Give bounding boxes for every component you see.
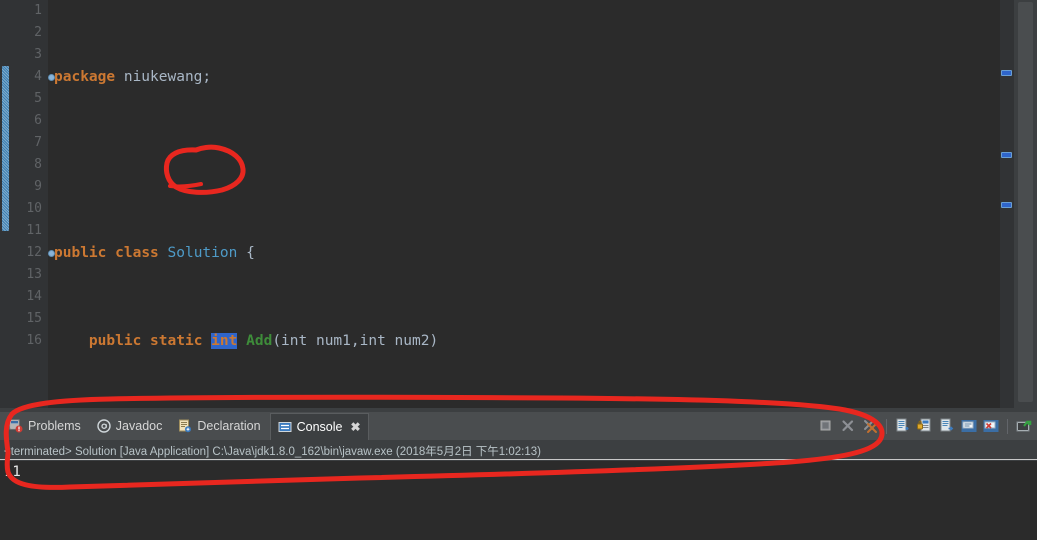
editor-line-number-gutter[interactable]: 1 2 3 4 5 6 7 8 9 10 11 12 13 14 15 16 [8, 0, 55, 412]
problems-icon [9, 419, 23, 433]
open-console-button[interactable] [1015, 417, 1033, 435]
overview-marker-3[interactable] [1001, 202, 1012, 208]
overview-marker-2[interactable] [1001, 152, 1012, 158]
token-brace-open: { [246, 245, 255, 261]
token-add-params: (int num1,int num2) [272, 333, 439, 349]
editor-vertical-scrollbar[interactable] [1014, 0, 1037, 412]
line-number-9[interactable]: 9 [8, 176, 42, 198]
token-keyword-static: static [150, 333, 203, 349]
line-number-1[interactable]: 1 [8, 0, 42, 22]
token-package-name: niukewang; [123, 69, 212, 85]
line-number-8[interactable]: 8 [8, 154, 42, 176]
ide-window: 1 2 3 4 5 6 7 8 9 10 11 12 13 14 15 16 package niukewan… [0, 0, 1037, 540]
code-editor[interactable]: 1 2 3 4 5 6 7 8 9 10 11 12 13 14 15 16 package niukewan… [0, 0, 1037, 412]
scroll-lock-button[interactable] [916, 417, 934, 435]
word-wrap-button[interactable] [938, 417, 956, 435]
line-number-13[interactable]: 13 [8, 264, 42, 286]
tab-label: Javadoc [115, 419, 163, 433]
line-number-14[interactable]: 14 [8, 286, 42, 308]
code-line-3[interactable]: public class Solution { [48, 242, 998, 264]
line-number-6[interactable]: 6 [8, 110, 42, 132]
remove-all-launches-button[interactable] [861, 417, 879, 435]
code-line-1[interactable]: package niukewang; [48, 66, 998, 88]
code-line-4[interactable]: public static int Add(int num1,int num2) [48, 330, 998, 352]
pin-console-button[interactable] [960, 417, 978, 435]
line-number-12[interactable]: 12 [8, 242, 42, 264]
remove-launch-button[interactable] [839, 417, 857, 435]
editor-code-content[interactable]: package niukewang; public class Solution… [48, 0, 998, 412]
tab-declaration[interactable]: Declaration [171, 414, 267, 438]
line-number-4[interactable]: 4 [8, 66, 42, 88]
line-number-10[interactable]: 10 [8, 198, 42, 220]
line-number-3[interactable]: 3 [8, 44, 42, 66]
clear-console-button[interactable] [894, 417, 912, 435]
tab-problems[interactable]: Problems [2, 414, 88, 438]
display-selected-console-button[interactable] [982, 417, 1000, 435]
close-icon[interactable]: ✖ [350, 420, 360, 434]
token-keyword-package: package [54, 69, 116, 85]
console-toolbar[interactable] [817, 412, 1033, 440]
tab-javadoc[interactable]: Javadoc [90, 414, 170, 438]
console-launch-header: <terminated> Solution [Java Application]… [0, 440, 1037, 460]
line-number-7[interactable]: 7 [8, 132, 42, 154]
line-number-15[interactable]: 15 [8, 308, 42, 330]
tab-label: Problems [28, 419, 81, 433]
token-method-add: Add [246, 333, 273, 349]
terminate-button[interactable] [817, 417, 835, 435]
overview-marker-1[interactable] [1001, 70, 1012, 76]
token-keyword-class: class [115, 245, 159, 261]
bottom-panel: Problems Javadoc Declaration Console ✖ <… [0, 412, 1037, 540]
console-icon [278, 420, 292, 434]
panel-tab-bar[interactable]: Problems Javadoc Declaration Console ✖ [0, 412, 1037, 440]
token-type-solution: Solution [167, 245, 238, 261]
toolbar-separator [886, 418, 887, 434]
tab-label: Declaration [197, 419, 261, 433]
code-line-2[interactable] [48, 154, 998, 176]
line-number-16[interactable]: 16 [8, 330, 42, 352]
line-number-2[interactable]: 2 [8, 22, 42, 44]
line-number-5[interactable]: 5 [8, 88, 42, 110]
declaration-icon [178, 419, 192, 433]
tab-console[interactable]: Console ✖ [269, 413, 369, 440]
javadoc-icon [97, 419, 111, 433]
line-number-11[interactable]: 11 [8, 220, 42, 242]
console-output[interactable]: 11 [0, 461, 1037, 540]
tab-label: Console [296, 420, 343, 434]
token-keyword-int-highlighted: int [211, 333, 238, 349]
token-keyword-public: public [88, 333, 142, 349]
token-keyword-public: public [54, 245, 107, 261]
editor-scrollbar-thumb[interactable] [1018, 2, 1033, 402]
editor-overview-ruler[interactable] [1000, 0, 1014, 412]
toolbar-separator [1007, 418, 1008, 434]
